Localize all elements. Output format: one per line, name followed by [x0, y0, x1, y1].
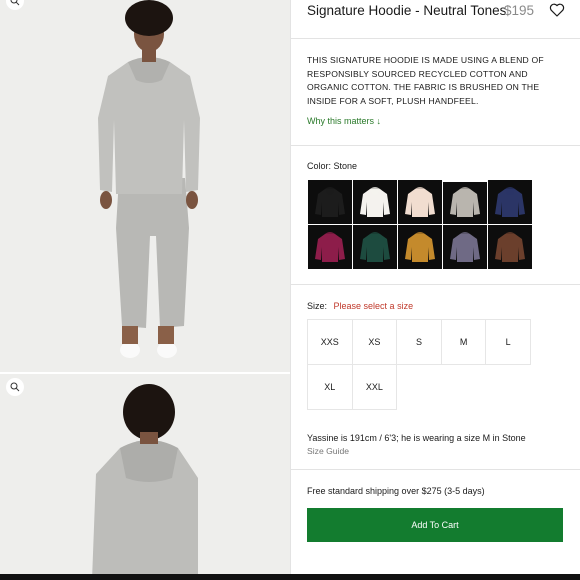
product-image-front[interactable]	[0, 0, 290, 372]
size-option[interactable]: XXS	[307, 319, 353, 365]
color-swatch[interactable]	[353, 180, 397, 224]
divider	[291, 469, 580, 470]
hoodie-swatch-icon	[360, 187, 390, 217]
size-option[interactable]: M	[440, 319, 487, 365]
size-warning: Please select a size	[333, 301, 414, 311]
color-swatch[interactable]	[308, 225, 352, 269]
product-description: THIS SIGNATURE HOODIE IS MADE USING A BL…	[307, 55, 544, 106]
heart-icon[interactable]	[549, 2, 565, 18]
color-swatch[interactable]	[398, 180, 442, 224]
color-swatch[interactable]	[443, 225, 487, 269]
product-title: Signature Hoodie - Neutral Tones	[307, 3, 507, 18]
size-option[interactable]: S	[396, 319, 442, 365]
zoom-icon[interactable]	[6, 378, 24, 396]
color-swatch[interactable]	[308, 180, 352, 224]
add-to-cart-button[interactable]: Add To Cart	[307, 508, 563, 542]
divider	[291, 38, 580, 39]
hoodie-swatch-icon	[405, 232, 435, 262]
color-swatch[interactable]	[353, 225, 397, 269]
shipping-note: Free standard shipping over $275 (3-5 da…	[307, 486, 485, 496]
size-option[interactable]: XL	[307, 364, 353, 410]
divider	[291, 145, 580, 146]
size-option[interactable]: XS	[351, 319, 398, 365]
hoodie-swatch-icon	[450, 232, 480, 262]
hoodie-swatch-icon	[315, 232, 345, 262]
product-gallery	[0, 0, 290, 580]
hoodie-swatch-icon	[450, 187, 480, 217]
product-price: $195	[504, 3, 535, 18]
color-label: Color: Stone	[307, 161, 358, 171]
color-swatch[interactable]	[488, 180, 532, 224]
color-swatch[interactable]	[488, 225, 532, 269]
product-image-back[interactable]	[0, 374, 290, 580]
model-fit-note: Yassine is 191cm / 6'3; he is wearing a …	[307, 433, 526, 443]
size-option-grid: XXS XS S M L XL XXL	[307, 319, 531, 410]
product-details-panel: Signature Hoodie - Neutral Tones $195 TH…	[291, 0, 580, 580]
hoodie-swatch-icon	[495, 232, 525, 262]
model-back-figure	[92, 384, 198, 580]
hoodie-swatch-icon	[360, 232, 390, 262]
divider	[291, 284, 580, 285]
hoodie-swatch-icon	[315, 187, 345, 217]
size-header: Size: Please select a size	[307, 301, 413, 311]
size-option[interactable]: XXL	[351, 364, 398, 410]
model-front-figure	[98, 0, 200, 358]
color-swatch-grid	[308, 180, 532, 269]
bottom-bar	[0, 574, 580, 580]
size-guide-link[interactable]: Size Guide	[307, 446, 349, 456]
color-swatch[interactable]	[398, 225, 442, 269]
hoodie-swatch-icon	[495, 187, 525, 217]
size-option[interactable]: L	[485, 319, 531, 365]
title-row: Signature Hoodie - Neutral Tones $195	[307, 3, 567, 21]
color-swatch[interactable]	[443, 180, 487, 224]
hoodie-swatch-icon	[405, 187, 435, 217]
why-this-matters-link[interactable]: Why this matters ↓	[307, 116, 381, 126]
size-label: Size:	[307, 301, 328, 311]
